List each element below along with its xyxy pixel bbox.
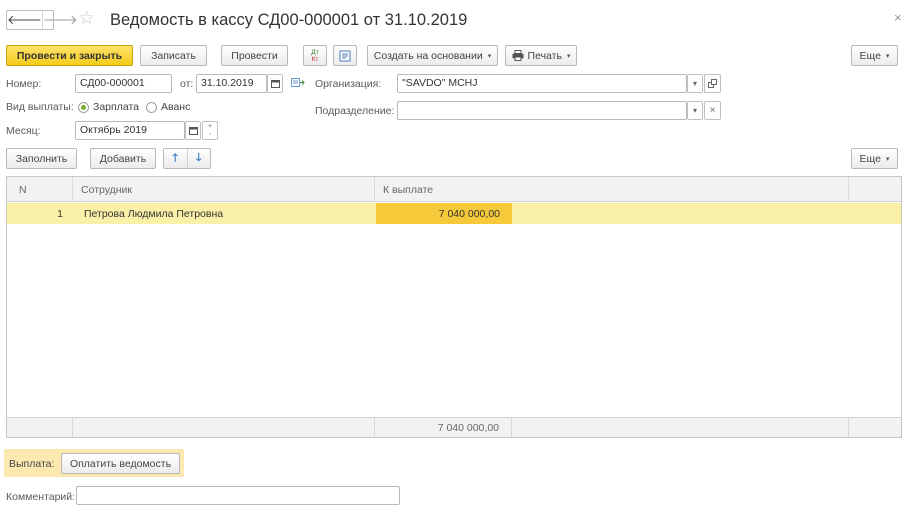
- move-buttons: 🡑 🡓: [163, 148, 211, 169]
- footer-total-amount: 7 040 000,00: [375, 417, 512, 437]
- payment-type-label: Вид выплаты:: [6, 101, 74, 113]
- radio-advance-label[interactable]: Аванс: [161, 101, 190, 113]
- column-header-employee[interactable]: Сотрудник: [73, 177, 375, 202]
- print-label: Печать: [527, 49, 562, 62]
- footer-cell-n: [7, 417, 73, 437]
- chevron-down-icon: ▾: [487, 52, 492, 60]
- save-button[interactable]: Записать: [140, 45, 207, 66]
- create-based-on-button[interactable]: Создать на основании ▾: [367, 45, 498, 66]
- create-based-on-label: Создать на основании: [373, 49, 483, 62]
- radio-salary[interactable]: [78, 102, 89, 113]
- calendar-glyph-icon: [270, 80, 280, 88]
- forward-icon[interactable]: 🡒: [41, 11, 78, 29]
- open-link-icon: [708, 79, 717, 88]
- pay-statement-button[interactable]: Оплатить ведомость: [61, 453, 180, 474]
- close-icon: ×: [709, 105, 716, 116]
- subdivision-dropdown-icon[interactable]: ▾: [687, 101, 703, 120]
- stepper-down-icon[interactable]: -: [209, 131, 211, 139]
- payment-label: Выплата:: [9, 458, 55, 470]
- print-button[interactable]: Печать ▾: [505, 45, 577, 66]
- row-amount[interactable]: 7 040 000,00: [376, 203, 512, 224]
- comment-label: Комментарий:: [6, 491, 76, 503]
- stepper-up-icon[interactable]: +: [208, 123, 212, 131]
- month-calendar-icon[interactable]: [185, 121, 201, 140]
- more-label: Еще: [859, 49, 881, 62]
- organization-open-icon[interactable]: [704, 74, 721, 93]
- pick-org-icon[interactable]: [291, 77, 305, 91]
- page-title: Ведомость в кассу СД00-000001 от 31.10.2…: [110, 11, 468, 29]
- date-field[interactable]: 31.10.2019: [196, 74, 267, 93]
- month-field[interactable]: Октябрь 2019: [75, 121, 185, 140]
- calendar-glyph-icon: [188, 127, 198, 135]
- close-icon[interactable]: ×: [894, 10, 902, 25]
- move-up-icon[interactable]: 🡑: [164, 149, 187, 168]
- comment-field[interactable]: [76, 486, 400, 505]
- table-more-label: Еще: [859, 152, 881, 165]
- radio-advance[interactable]: [146, 102, 157, 113]
- row-employee[interactable]: Петрова Людмила Петровна: [84, 203, 374, 224]
- list-arrow-icon: [291, 78, 305, 87]
- column-header-amount[interactable]: К выплате: [375, 177, 849, 202]
- dt-kt-button[interactable]: Дт Кт: [303, 45, 327, 66]
- column-header-n[interactable]: N: [7, 177, 73, 202]
- number-field[interactable]: СД00-000001: [75, 74, 172, 93]
- back-icon[interactable]: 🡐: [7, 11, 42, 29]
- add-button[interactable]: Добавить: [90, 148, 156, 169]
- chevron-down-icon: ▾: [885, 155, 890, 163]
- chevron-down-icon: ▾: [885, 52, 890, 60]
- chevron-down-icon: ▾: [566, 52, 571, 60]
- favorite-star-icon[interactable]: ☆: [78, 9, 95, 29]
- organization-dropdown-icon[interactable]: ▾: [687, 74, 703, 93]
- document-structure-icon: [339, 50, 351, 61]
- subdivision-field[interactable]: [397, 101, 687, 120]
- dt-kt-icon-top: Дт: [311, 48, 319, 56]
- month-label: Месяц:: [6, 125, 41, 137]
- footer-cell-employee: [73, 417, 375, 437]
- structure-button[interactable]: [333, 45, 357, 66]
- post-and-close-button[interactable]: Провести и закрыть: [6, 45, 133, 66]
- organization-label: Организация:: [315, 78, 382, 90]
- printer-icon: [512, 50, 524, 61]
- table-more-button[interactable]: Еще ▾: [851, 148, 898, 169]
- subdivision-label: Подразделение:: [315, 105, 395, 117]
- fill-button[interactable]: Заполнить: [6, 148, 77, 169]
- date-label: от:: [180, 78, 194, 90]
- column-header-spacer: [849, 177, 901, 202]
- chevron-down-icon: ▾: [692, 79, 697, 88]
- organization-field[interactable]: "SAVDO" MCHJ: [397, 74, 687, 93]
- move-down-icon[interactable]: 🡓: [186, 149, 211, 168]
- row-number: 1: [57, 208, 63, 220]
- month-stepper[interactable]: + -: [202, 121, 218, 140]
- radio-salary-label[interactable]: Зарплата: [93, 101, 139, 113]
- navigation-buttons: 🡐 🡒: [6, 10, 78, 30]
- number-label: Номер:: [6, 78, 42, 90]
- calendar-icon[interactable]: [267, 74, 283, 93]
- footer-cell-empty: [512, 417, 849, 437]
- chevron-down-icon: ▾: [692, 106, 697, 115]
- dt-kt-icon-bottom: Кт: [311, 55, 319, 63]
- more-button[interactable]: Еще ▾: [851, 45, 898, 66]
- footer-cell-spacer: [849, 417, 901, 437]
- post-button[interactable]: Провести: [221, 45, 288, 66]
- payroll-table[interactable]: N Сотрудник К выплате 1 Петрова Людмила …: [6, 176, 902, 438]
- subdivision-clear-icon[interactable]: ×: [704, 101, 721, 120]
